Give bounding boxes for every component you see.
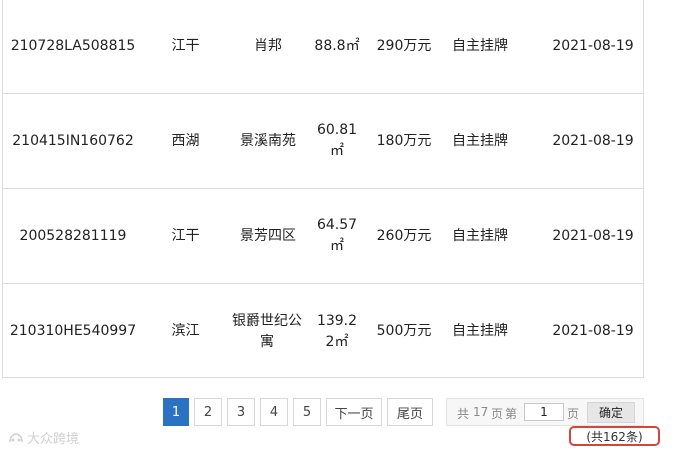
listing-area: 64.57㎡ xyxy=(316,217,358,254)
page-button-1[interactable]: 1 xyxy=(163,398,189,426)
watermark-text: 大众跨境 xyxy=(27,432,80,447)
goto-suffix: 页 xyxy=(567,407,580,421)
listing-district: 西湖 xyxy=(171,132,200,149)
listing-type: 自主挂牌 xyxy=(452,323,508,339)
watermark-logo-icon xyxy=(9,432,23,442)
listing-id: 210728LA508815 xyxy=(10,37,136,54)
page-button-5[interactable]: 5 xyxy=(293,398,321,426)
listing-type: 自主挂牌 xyxy=(452,37,508,54)
listing-date: 2021-08-19 xyxy=(552,37,634,54)
page-number-input[interactable] xyxy=(524,403,564,421)
table-row[interactable]: 210415IN160762 西湖 景溪南苑 60.81㎡ 180万元 自主挂牌… xyxy=(3,94,643,189)
table-row[interactable]: 210310HE540997 滨江 银爵世纪公寓 139.22㎡ 500万元 自… xyxy=(3,284,643,379)
page-button-2[interactable]: 2 xyxy=(194,398,222,426)
listing-id: 210310HE540997 xyxy=(9,323,137,339)
listing-type: 自主挂牌 xyxy=(452,227,508,244)
listing-area: 139.22㎡ xyxy=(316,312,358,350)
listing-date: 2021-08-19 xyxy=(552,132,634,149)
listing-community: 肖邦 xyxy=(254,37,282,54)
confirm-button[interactable]: 确定 xyxy=(587,402,635,423)
page-jump: 共 17 页 第 页 确定 xyxy=(446,398,644,426)
listing-district: 江干 xyxy=(171,37,200,54)
last-page-button[interactable]: 尾页 xyxy=(387,398,433,426)
goto-label: 第 xyxy=(505,407,518,421)
total-pages-prefix: 共 xyxy=(457,407,470,421)
listing-table: 210728LA508815 江干 肖邦 88.8㎡ 290万元 自主挂牌 20… xyxy=(2,0,644,378)
listing-district: 滨江 xyxy=(171,323,200,339)
listing-price: 180万元 xyxy=(376,132,432,149)
total-pages-count: 17 xyxy=(473,405,489,419)
listing-price: 500万元 xyxy=(376,323,432,339)
listing-price: 260万元 xyxy=(376,227,432,244)
listing-district: 江干 xyxy=(171,227,200,244)
listing-community: 景芳四区 xyxy=(240,227,296,244)
total-records: (共162条) xyxy=(569,426,660,446)
page-button-4[interactable]: 4 xyxy=(260,398,288,426)
watermark: 大众跨境 xyxy=(8,428,79,447)
table-row[interactable]: 210728LA508815 江干 肖邦 88.8㎡ 290万元 自主挂牌 20… xyxy=(3,0,643,94)
listing-id: 200528281119 xyxy=(19,227,127,244)
listing-price: 290万元 xyxy=(376,37,432,54)
next-page-button[interactable]: 下一页 xyxy=(326,398,382,426)
listing-community: 景溪南苑 xyxy=(240,132,296,149)
listing-date: 2021-08-19 xyxy=(552,323,634,339)
listing-area: 60.81㎡ xyxy=(316,122,358,159)
listing-community: 银爵世纪公寓 xyxy=(232,312,302,350)
listing-type: 自主挂牌 xyxy=(452,132,508,149)
listing-date: 2021-08-19 xyxy=(552,227,634,244)
page-button-3[interactable]: 3 xyxy=(227,398,255,426)
total-pages-suffix: 页 xyxy=(491,407,504,421)
listing-area: 88.8㎡ xyxy=(314,37,360,54)
listing-id: 210415IN160762 xyxy=(12,132,134,149)
table-row[interactable]: 200528281119 江干 景芳四区 64.57㎡ 260万元 自主挂牌 2… xyxy=(3,189,643,284)
